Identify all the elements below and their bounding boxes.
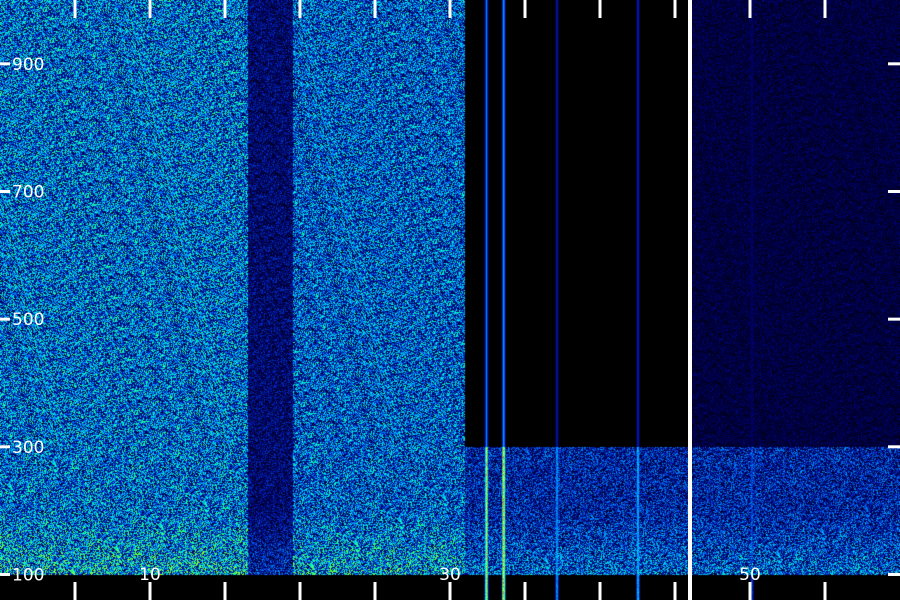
y-tick-label: 900: [12, 55, 44, 75]
axes-overlay: 10 30 50 100 300 500 700 900: [0, 0, 900, 600]
y-tick-label: 100: [12, 565, 44, 585]
y-axis-ticks: [0, 62, 900, 576]
x-axis-ticks: [73, 0, 827, 600]
y-tick-label: 300: [12, 438, 44, 458]
x-tick-label: 50: [739, 565, 761, 585]
y-axis-labels: 100 300 500 700 900: [12, 55, 44, 586]
x-axis-labels: 10 30 50: [139, 565, 761, 585]
x-tick-label: 10: [139, 565, 161, 585]
y-tick-label: 700: [12, 182, 44, 202]
y-tick-label: 500: [12, 310, 44, 330]
x-tick-label: 30: [439, 565, 461, 585]
